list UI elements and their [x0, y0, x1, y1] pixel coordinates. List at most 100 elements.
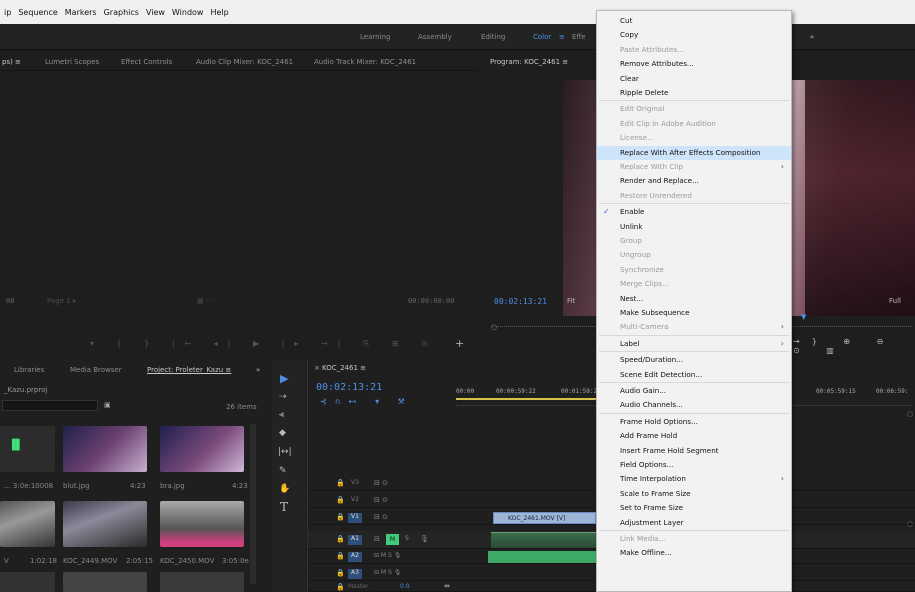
project-thumb-clip[interactable] [0, 501, 55, 547]
pen-tool-icon[interactable]: ✎ [279, 466, 287, 476]
video-clip[interactable]: KOC_2461.MOV [V] [493, 512, 596, 524]
track-label[interactable]: V1 [348, 513, 362, 523]
menu-clip[interactable]: ip [4, 8, 11, 17]
program-playhead-icon[interactable]: ▼ [801, 313, 806, 321]
workspace-color[interactable]: Color [533, 33, 551, 41]
track-label[interactable]: A3 [348, 569, 362, 579]
menu-item-insert-frame-hold-segment[interactable]: Insert Frame Hold Segment [597, 444, 791, 458]
menu-item-render-and-replace[interactable]: Render and Replace... [597, 174, 791, 188]
menu-item-add-frame-hold[interactable]: Add Frame Hold [597, 429, 791, 443]
workspace-editing[interactable]: Editing [481, 33, 505, 41]
menu-item-nest[interactable]: Nest... [597, 292, 791, 306]
menu-item-time-interpolation[interactable]: Time Interpolation › [597, 472, 791, 486]
menu-item-license[interactable]: License... [597, 131, 791, 145]
project-thumb-koc-2449[interactable] [63, 501, 147, 547]
project-thumb-audio[interactable]: ▐▌ [0, 426, 55, 472]
menu-item-merge-clips[interactable]: Merge Clips... [597, 277, 791, 291]
track-label[interactable]: V3 [348, 479, 362, 489]
track-label[interactable]: V2 [348, 496, 362, 506]
project-thumb-row3[interactable] [0, 572, 55, 592]
lock-icon[interactable]: 🔒 [336, 552, 345, 560]
menu-item-adjustment-layer[interactable]: Adjustment Layer [597, 516, 791, 530]
track-label[interactable]: A2 [348, 552, 362, 562]
audio-clip[interactable] [491, 532, 596, 548]
menu-item-ungroup[interactable]: Ungroup [597, 248, 791, 262]
menu-item-paste-attributes[interactable]: Paste Attributes... [597, 43, 791, 57]
source-transport-controls[interactable]: ▾ { } |← ◂| ▶ |▸ →| ⎘ ⊞ ⊙ [90, 339, 438, 349]
timeline-timecode[interactable]: 00:02:13:21 [316, 382, 382, 393]
menu-item-edit-original[interactable]: Edit Original [597, 102, 791, 116]
menu-item-audio-gain[interactable]: Audio Gain... [597, 384, 791, 398]
menu-item-clear[interactable]: Clear [597, 72, 791, 86]
tab-media-browser[interactable]: Media Browser [70, 366, 122, 374]
workspace-assembly[interactable]: Assembly [418, 33, 452, 41]
add-button[interactable]: + [455, 337, 464, 350]
new-bin-icon[interactable]: ▣ [104, 401, 111, 409]
tab-libraries[interactable]: Libraries [14, 366, 44, 374]
scroll-handle-icon[interactable]: ○ [907, 410, 913, 418]
lock-icon[interactable]: 🔒 [336, 583, 345, 591]
sync-icon[interactable]: ⊟ ⊙ [374, 496, 388, 504]
track-select-tool-icon[interactable]: ⇢ [279, 392, 287, 402]
menu-item-unlink[interactable]: Unlink [597, 220, 791, 234]
tab-sequence[interactable]: KOC_2461 ≡ [322, 364, 366, 372]
project-scrollbar[interactable] [250, 424, 256, 584]
selection-tool-icon[interactable]: ▶ [280, 372, 288, 385]
sync-icon[interactable]: ⊟ ⊙ [374, 479, 388, 487]
program-monitor-title[interactable]: Program: KOC_2461 ≡ [490, 58, 568, 66]
menu-markers[interactable]: Markers [65, 8, 97, 17]
hamburger-icon[interactable]: ≡ [559, 33, 565, 41]
lock-icon[interactable]: 🔒 [336, 535, 345, 543]
tab-audio-track-mixer[interactable]: Audio Track Mixer: KOC_2461 [314, 58, 416, 66]
close-icon[interactable]: × [314, 364, 320, 372]
menu-item-scene-edit-detection[interactable]: Scene Edit Detection... [597, 368, 791, 382]
razor-tool-icon[interactable]: ◆ [279, 428, 286, 438]
hand-tool-icon[interactable]: ✋ [279, 484, 290, 494]
lock-icon[interactable]: 🔒 [336, 496, 345, 504]
tab-scopes[interactable]: ps) ≡ [2, 58, 21, 66]
zoom-fit-select[interactable]: Fit [567, 297, 575, 305]
tab-project[interactable]: Project: Proleter_Kazu ≡ [147, 366, 231, 374]
menu-item-multi-camera[interactable]: Multi-Camera › [597, 320, 791, 334]
timeline-toolbar[interactable]: ⊰∩⊷ ▾ ⚒ [320, 397, 413, 406]
menu-graphics[interactable]: Graphics [104, 8, 139, 17]
expand-icon[interactable]: ⇹ [444, 582, 450, 590]
mute-toggle[interactable]: M [386, 534, 399, 545]
project-thumb-row3[interactable] [160, 572, 244, 592]
workspace-overflow[interactable]: » [810, 33, 814, 41]
menu-sequence[interactable]: Sequence [18, 8, 57, 17]
project-search-input[interactable] [2, 400, 98, 411]
menu-item-replace-with-clip[interactable]: Replace With Clip › [597, 160, 791, 174]
tab-effect-controls[interactable]: Effect Controls [121, 58, 172, 66]
sync-icon[interactable]: ⊟ ⊙ [374, 513, 388, 521]
menu-item-field-options[interactable]: Field Options... [597, 458, 791, 472]
settings-icon[interactable]: ▦ ◦◦ [197, 297, 214, 305]
lock-icon[interactable]: 🔒 [336, 513, 345, 521]
slip-tool-icon[interactable]: |↔| [278, 447, 292, 457]
lock-icon[interactable]: 🔒 [336, 569, 345, 577]
workspace-effects[interactable]: Effe [572, 33, 586, 41]
menu-item-frame-hold-options[interactable]: Frame Hold Options... [597, 415, 791, 429]
menu-item-edit-clip-in-adobe-audition[interactable]: Edit Clip In Adobe Audition [597, 117, 791, 131]
menu-item-restore-unrendered[interactable]: Restore Unrendered [597, 189, 791, 203]
menu-item-copy[interactable]: Copy [597, 28, 791, 42]
menu-item-synchronize[interactable]: Synchronize [597, 263, 791, 277]
menu-item-label[interactable]: Label › [597, 337, 791, 351]
menu-item-link-media[interactable]: Link Media... [597, 532, 791, 546]
menu-item-speed-duration[interactable]: Speed/Duration... [597, 353, 791, 367]
resolution-select[interactable]: Full [889, 297, 901, 305]
menu-help[interactable]: Help [210, 8, 228, 17]
audio-clip[interactable] [488, 551, 596, 563]
program-timecode[interactable]: 00:02:13:21 [494, 297, 547, 306]
menu-view[interactable]: View [146, 8, 165, 17]
menu-item-replace-with-after-effects-composition[interactable]: Replace With After Effects Composition [597, 145, 791, 160]
ripple-edit-tool-icon[interactable]: ⫷ [279, 410, 284, 420]
master-volume-value[interactable]: 0.0 [400, 583, 410, 590]
menu-item-audio-channels[interactable]: Audio Channels... [597, 398, 791, 412]
project-thumb-blut[interactable] [63, 426, 147, 472]
track-controls[interactable]: ⊟ M S 🎙 [374, 552, 401, 559]
workspace-learning[interactable]: Learning [360, 33, 390, 41]
menu-item-scale-to-frame-size[interactable]: Scale to Frame Size [597, 487, 791, 501]
tab-lumetri-scopes[interactable]: Lumetri Scopes [45, 58, 99, 66]
track-label[interactable]: A1 [348, 535, 362, 545]
